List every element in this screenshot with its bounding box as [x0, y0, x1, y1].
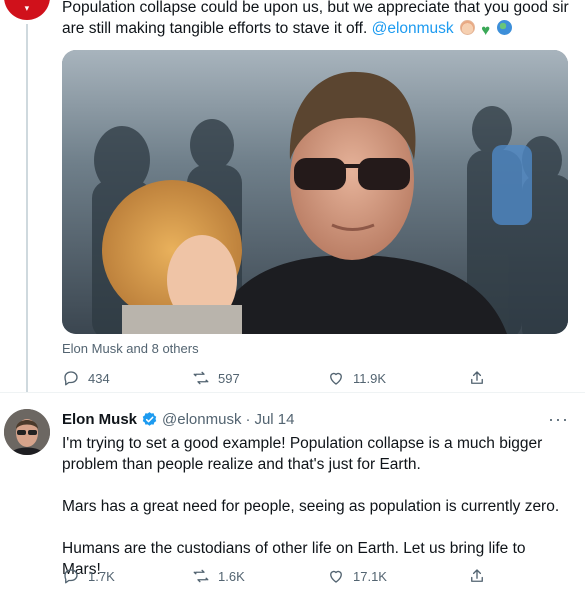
like-button[interactable]: 17.1K	[327, 567, 387, 585]
like-count: 17.1K	[353, 568, 387, 584]
tweet-date[interactable]: Jul 14	[254, 411, 294, 428]
tweet-actions: 1.7K 1.6K 17.1K	[62, 565, 492, 587]
heart-icon	[330, 570, 342, 583]
retweet-button[interactable]: 1.6K	[192, 567, 245, 585]
brand-logo-icon: ▾	[24, 3, 30, 13]
like-count: 11.9K	[353, 370, 387, 386]
more-options-icon[interactable]: ···	[548, 409, 569, 430]
tweet-paragraph: I'm trying to set a good example! Popula…	[62, 435, 543, 473]
header-separator: ·	[245, 411, 251, 428]
tweet-header: Elon Musk @elonmusk · Jul 14	[62, 411, 294, 428]
author-handle[interactable]: @elonmusk	[162, 411, 241, 428]
tweet-text: Population collapse could be upon us, bu…	[62, 0, 572, 39]
mention-link[interactable]: @elonmusk	[372, 20, 454, 37]
avatar[interactable]	[4, 409, 50, 455]
reply-button[interactable]: 1.7K	[62, 567, 115, 585]
tagged-people-link[interactable]: Elon Musk and 8 others	[62, 341, 199, 356]
tweet-photo[interactable]	[62, 50, 568, 334]
retweet-count: 597	[218, 370, 240, 386]
reply-button[interactable]: 434	[62, 369, 110, 387]
retweet-icon	[193, 371, 209, 385]
like-button[interactable]: 11.9K	[327, 369, 386, 387]
avatar-photo	[4, 409, 50, 455]
reply-icon	[64, 371, 78, 386]
retweet-button[interactable]: 597	[192, 369, 240, 387]
share-icon	[471, 371, 483, 384]
retweet-count: 1.6K	[218, 568, 245, 584]
share-icon	[471, 569, 483, 582]
heart-icon	[330, 372, 342, 385]
share-button[interactable]	[468, 567, 486, 585]
thread-connector-line	[26, 24, 28, 392]
verified-badge-icon	[142, 412, 157, 426]
reply-icon	[64, 569, 78, 584]
green-heart-emoji-icon: ♥	[481, 22, 491, 39]
reply-count: 434	[88, 370, 110, 386]
author-name[interactable]: Elon Musk	[62, 411, 137, 428]
tweet-reply[interactable]: Elon Musk @elonmusk · Jul 14 ··· I'm try…	[0, 393, 585, 593]
baby-face-emoji-icon	[459, 20, 475, 35]
retweet-icon	[193, 569, 209, 583]
tweet-actions: 434 597 11.9K	[62, 367, 492, 389]
globe-emoji-icon	[496, 20, 512, 35]
tweet-body: Population collapse could be upon us, bu…	[62, 0, 569, 37]
reply-count: 1.7K	[88, 568, 115, 584]
share-button[interactable]	[468, 369, 486, 387]
tweet-continuation[interactable]: ▾ Population collapse could be upon us, …	[0, 0, 585, 392]
photo-illustration	[62, 50, 568, 334]
tweet-paragraph: Mars has a great need for people, seeing…	[62, 498, 560, 515]
avatar[interactable]: ▾	[4, 0, 50, 20]
